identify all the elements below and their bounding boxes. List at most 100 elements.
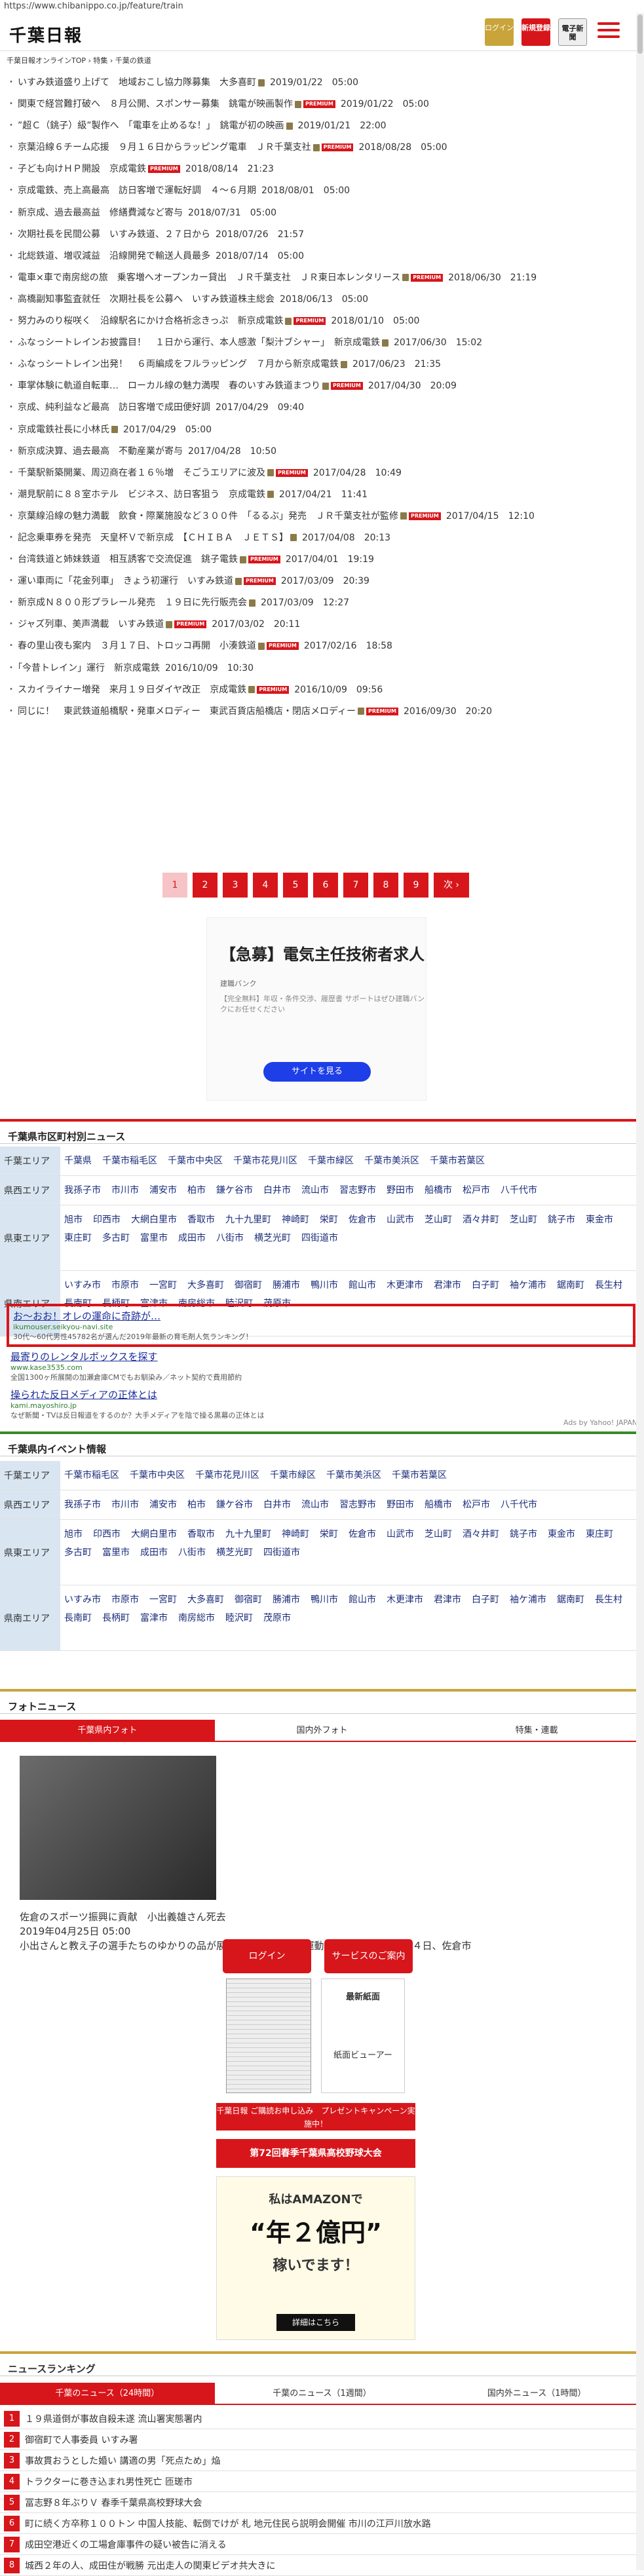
article-title[interactable]: 京成電鉄社長に小林氏 (18, 425, 109, 435)
amazon-ad-banner[interactable]: 私はAMAZONで “年２億円” 稼いでます！ 詳細はこちら (216, 2176, 415, 2340)
area-link[interactable]: 多古町 (64, 1547, 92, 1558)
article-title[interactable]: 記念乗車券を発売 天皇杯Ｖで新京成 【ＣＨＩＢＡ ＪＥＴＳ】 (18, 533, 288, 543)
ad-title[interactable]: 【急募】電気主任技術者求人 (220, 944, 426, 965)
area-link[interactable]: いすみ市 (64, 1280, 101, 1291)
area-link[interactable]: 八千代市 (501, 1500, 537, 1510)
area-link[interactable]: 睦沢町 (225, 1613, 253, 1623)
area-link[interactable]: 茂原市 (263, 1613, 291, 1623)
area-link[interactable]: 芝山町 (510, 1215, 537, 1225)
area-link[interactable]: 船橋市 (425, 1500, 452, 1510)
area-link[interactable]: 千葉市花見川区 (195, 1470, 259, 1481)
article-title[interactable]: 京成電鉄、売上高最高 訪日客増で運転好調 ４～６月期 (18, 185, 256, 196)
area-link[interactable]: 南房総市 (178, 1613, 215, 1623)
page-button[interactable]: 1 (162, 873, 187, 898)
page-button[interactable]: 7 (343, 873, 368, 898)
ranking-title[interactable]: 成田空港近くの工場倉庫事件の疑い被告に消える (25, 2538, 227, 2551)
area-link[interactable]: 八千代市 (501, 1185, 537, 1196)
register-button[interactable]: 新規登録 (521, 18, 550, 46)
article-item[interactable]: ・新京成Ｎ８００形プラレール発売 １９日に先行販売会 2017/03/09 12:… (7, 592, 635, 614)
article-item[interactable]: ・運い車両に「花金列車」 きょう初運行 いすみ鉄道 PREMIUM 2017/03/… (7, 571, 635, 592)
area-link[interactable]: 四街道市 (263, 1547, 300, 1558)
area-link[interactable]: 香取市 (187, 1529, 215, 1540)
area-link[interactable]: 栄町 (320, 1529, 338, 1540)
ranking-title[interactable]: 事故貫おうとした婚い 講適の男「死点ため」焔 (25, 2454, 220, 2467)
login-button[interactable]: ログイン (485, 18, 514, 46)
article-item[interactable]: ・「今昔トレイン」運行 新京成電鉄 2016/10/09 10:30 (7, 658, 635, 679)
area-link[interactable]: 君津市 (434, 1280, 461, 1291)
article-title[interactable]: 電車×車で南房総の旅 乗客増へオープンカー貸出 ＪＲ千葉支社 ＪＲ東日本レンタリ… (18, 273, 400, 283)
area-link[interactable]: 市川市 (111, 1500, 139, 1510)
article-title[interactable]: 車掌体験に軌道自転車… ローカル線の魅力満喫 春のいすみ鉄道まつり (18, 381, 320, 391)
area-link[interactable]: 横芝光町 (254, 1233, 291, 1243)
article-item[interactable]: ・いすみ鉄道盛り上げて 地域おこし協力隊募集 大多喜町 2019/01/22 05… (7, 72, 635, 94)
article-item[interactable]: ・春の里山夜も案内 ３月１７日、トロッコ再開 小湊鉄道 PREMIUM 2017/0… (7, 635, 635, 657)
area-link[interactable]: 袖ケ浦市 (510, 1595, 546, 1605)
area-link[interactable]: 大網白里市 (131, 1215, 177, 1225)
article-item[interactable]: ・ふなっシートレイン出発！ ６両編成をフルラッピング ７月から新京成電鉄 2017… (7, 354, 635, 375)
next-page-button[interactable]: 次 › (434, 873, 469, 898)
article-title[interactable]: ふなっシートレイン出発！ ６両編成をフルラッピング ７月から新京成電鉄 (18, 359, 339, 369)
area-link[interactable]: 松戸市 (463, 1500, 490, 1510)
area-link[interactable]: 大網白里市 (131, 1529, 177, 1540)
photo-news-title[interactable]: 佐倉のスポーツ振興に貢献 小出義雄さん死去 (20, 1910, 472, 1924)
article-item[interactable]: ・北総鉄道、増収減益 沿線開発で輸送人員最多 2018/07/14 05:00 (7, 246, 635, 267)
area-link[interactable]: 白井市 (263, 1185, 291, 1196)
article-item[interactable]: ・千葉駅新築開業、周辺商在者１６％増 そごうエリアに波及 PREMIUM 2017/… (7, 463, 635, 484)
article-title[interactable]: 北総鉄道、増収減益 沿線開発で輸送人員最多 (18, 251, 210, 261)
article-title[interactable]: 京葉沿線６チーム応援 ９月１６日からラッピング電車 ＪＲ千葉支社 (18, 142, 311, 153)
area-link[interactable]: 酒々井町 (463, 1529, 499, 1540)
text-ad-url[interactable]: ikumouser.seikyou-navi.site (13, 1323, 629, 1331)
ranking-item[interactable]: 3 事故貫おうとした婚い 講適の男「死点ため」焔 (0, 2450, 644, 2471)
area-link[interactable]: 松戸市 (463, 1185, 490, 1196)
area-link[interactable]: 富里市 (102, 1547, 130, 1558)
ad-cta-button[interactable]: サイトを見る (263, 1062, 371, 1082)
area-link[interactable]: 旭市 (64, 1529, 83, 1540)
article-item[interactable]: ・新京成、過去最高益 修繕費減など寄与 2018/07/31 05:00 (7, 202, 635, 224)
photo-news-image[interactable] (20, 1756, 216, 1900)
article-title[interactable]: ふなっシートレインお披露目！ １日から運行、本人感激「梨汁ブシャー」 新京成電鉄 (18, 337, 380, 348)
area-link[interactable]: 千葉市中央区 (130, 1470, 185, 1481)
area-link[interactable]: 習志野市 (339, 1500, 376, 1510)
article-item[interactable]: ・京成電鉄、売上高最高 訪日客増で運転好調 ４～６月期 2018/08/01 05… (7, 180, 635, 202)
article-title[interactable]: 次期社長を民間公募 いすみ鉄道、２７日から (18, 229, 210, 240)
tab-rank-24h[interactable]: 千葉のニュース（24時間） (0, 2383, 215, 2405)
article-title[interactable]: 子ども向けＨＰ開設 京成電鉄 (18, 164, 146, 174)
article-item[interactable]: ・潮見駅前に８８室ホテル ビジネス、訪日客狙う 京成電鉄 2017/04/21 1… (7, 484, 635, 506)
area-link[interactable]: 柏市 (187, 1185, 206, 1196)
display-ad[interactable]: 【急募】電気主任技術者求人 建職バンク 【完全無料】年収・条件交渉、履歴書 サポ… (206, 917, 426, 1101)
page-button[interactable]: 9 (404, 873, 428, 898)
area-link[interactable]: 長南町 (64, 1613, 92, 1623)
area-link[interactable]: 富里市 (140, 1233, 168, 1243)
article-title[interactable]: ジャズ列車、美声満載 いすみ鉄道 (18, 619, 164, 630)
tab-chiba-photo[interactable]: 千葉県内フォト (0, 1720, 215, 1742)
area-link[interactable]: 印西市 (93, 1215, 121, 1225)
area-link[interactable]: 鋸南町 (557, 1280, 584, 1291)
area-link[interactable]: 市川市 (111, 1185, 139, 1196)
article-title[interactable]: 台湾鉄道と姉妹鉄道 相互誘客で交流促進 銚子電鉄 (18, 554, 238, 565)
area-link[interactable]: 佐倉市 (349, 1529, 376, 1540)
hamburger-icon[interactable] (597, 22, 620, 42)
area-link[interactable]: 勝浦市 (273, 1280, 300, 1291)
area-link[interactable]: 白子町 (472, 1595, 499, 1605)
ranking-item[interactable]: 6 町に続く方卒称１００トン 中国人技能、転倒でけが 札 地元住民ら説明会開催 市… (0, 2513, 644, 2534)
area-link[interactable]: 東金市 (548, 1529, 575, 1540)
sidebar-login-button[interactable]: ログイン (223, 1939, 311, 1973)
area-link[interactable]: 長柄町 (102, 1613, 130, 1623)
area-link[interactable]: 市原市 (111, 1280, 139, 1291)
article-item[interactable]: ・同じに！ 東武鉄道船橋駅・発車メロディー 東武百貨店船橋店・閉店メロディー PR… (7, 701, 635, 723)
area-link[interactable]: 大多喜町 (187, 1595, 224, 1605)
article-item[interactable]: ・ふなっシートレインお披露目！ １日から運行、本人感激「梨汁ブシャー」 新京成電… (7, 332, 635, 354)
page-button[interactable]: 4 (253, 873, 278, 898)
area-link[interactable]: 千葉市花見川区 (233, 1156, 297, 1166)
area-link[interactable]: 千葉県 (64, 1156, 92, 1166)
article-item[interactable]: ・車掌体験に軌道自転車… ローカル線の魅力満喫 春のいすみ鉄道まつり PREMIU… (7, 375, 635, 397)
page-button[interactable]: 8 (373, 873, 398, 898)
article-title[interactable]: いすみ鉄道盛り上げて 地域おこし協力隊募集 大多喜町 (18, 77, 256, 88)
area-link[interactable]: 船橋市 (425, 1185, 452, 1196)
area-link[interactable]: 一宮町 (149, 1595, 177, 1605)
area-link[interactable]: 富津市 (140, 1613, 168, 1623)
article-item[interactable]: ・京成、純利益など最高 訪日客増で成田便好調 2017/04/29 09:40 (7, 397, 635, 419)
ranking-title[interactable]: 冨志野８年ぶりＶ 春季千葉県高校野球大会 (25, 2496, 202, 2509)
area-link[interactable]: 千葉市緑区 (270, 1470, 316, 1481)
ranking-item[interactable]: 8 城西２年の人、成田住が戦勝 元出走人の関東ビデオ共大きに (0, 2555, 644, 2576)
